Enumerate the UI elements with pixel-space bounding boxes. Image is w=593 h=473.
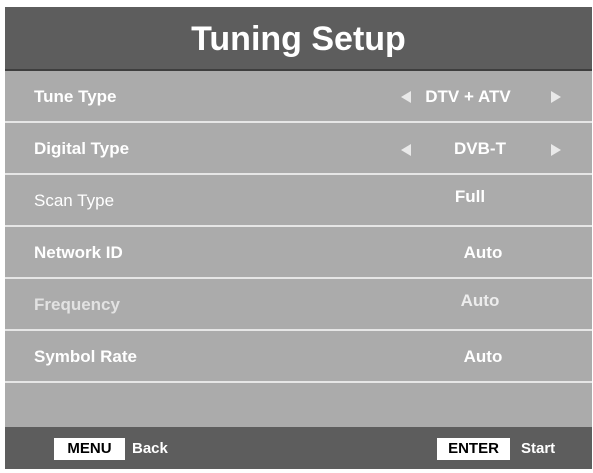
menu-key[interactable]: MENU xyxy=(54,438,125,460)
menu-row-digital-type[interactable]: Digital Type DVB-T xyxy=(5,125,592,175)
arrow-right-icon[interactable] xyxy=(551,91,561,103)
page-title: Tuning Setup xyxy=(191,20,406,58)
menu-row-scan-type[interactable]: Scan Type Full xyxy=(5,177,592,227)
row-value: DVB-T xyxy=(454,139,506,158)
row-label: Digital Type xyxy=(34,139,130,158)
row-label: Scan Type xyxy=(34,191,115,210)
row-value: Auto xyxy=(460,291,500,310)
row-value: Auto xyxy=(463,243,503,262)
row-value: Auto xyxy=(463,347,503,366)
tuning-setup-screen: Tuning Setup Tune Type DTV + ATV Digital… xyxy=(5,7,592,469)
back-label: Back xyxy=(132,440,168,457)
row-label: Network ID xyxy=(34,243,123,262)
footer-bar: MENU Back ENTER Start xyxy=(5,427,592,469)
menu-row-frequency[interactable]: Frequency Auto xyxy=(5,281,592,331)
arrow-right-icon[interactable] xyxy=(551,144,561,156)
enter-key[interactable]: ENTER xyxy=(437,438,510,460)
header: Tuning Setup xyxy=(5,7,592,71)
menu-row-tune-type[interactable]: Tune Type DTV + ATV xyxy=(5,73,592,123)
start-label: Start xyxy=(521,440,556,457)
row-label: Symbol Rate xyxy=(34,347,137,366)
row-label: Tune Type xyxy=(34,87,117,106)
row-label: Frequency xyxy=(34,295,120,314)
menu-row-network-id[interactable]: Network ID Auto xyxy=(5,229,592,279)
menu-row-symbol-rate[interactable]: Symbol Rate Auto xyxy=(5,333,592,383)
row-value: Full xyxy=(454,187,486,206)
row-value: DTV + ATV xyxy=(425,87,511,106)
